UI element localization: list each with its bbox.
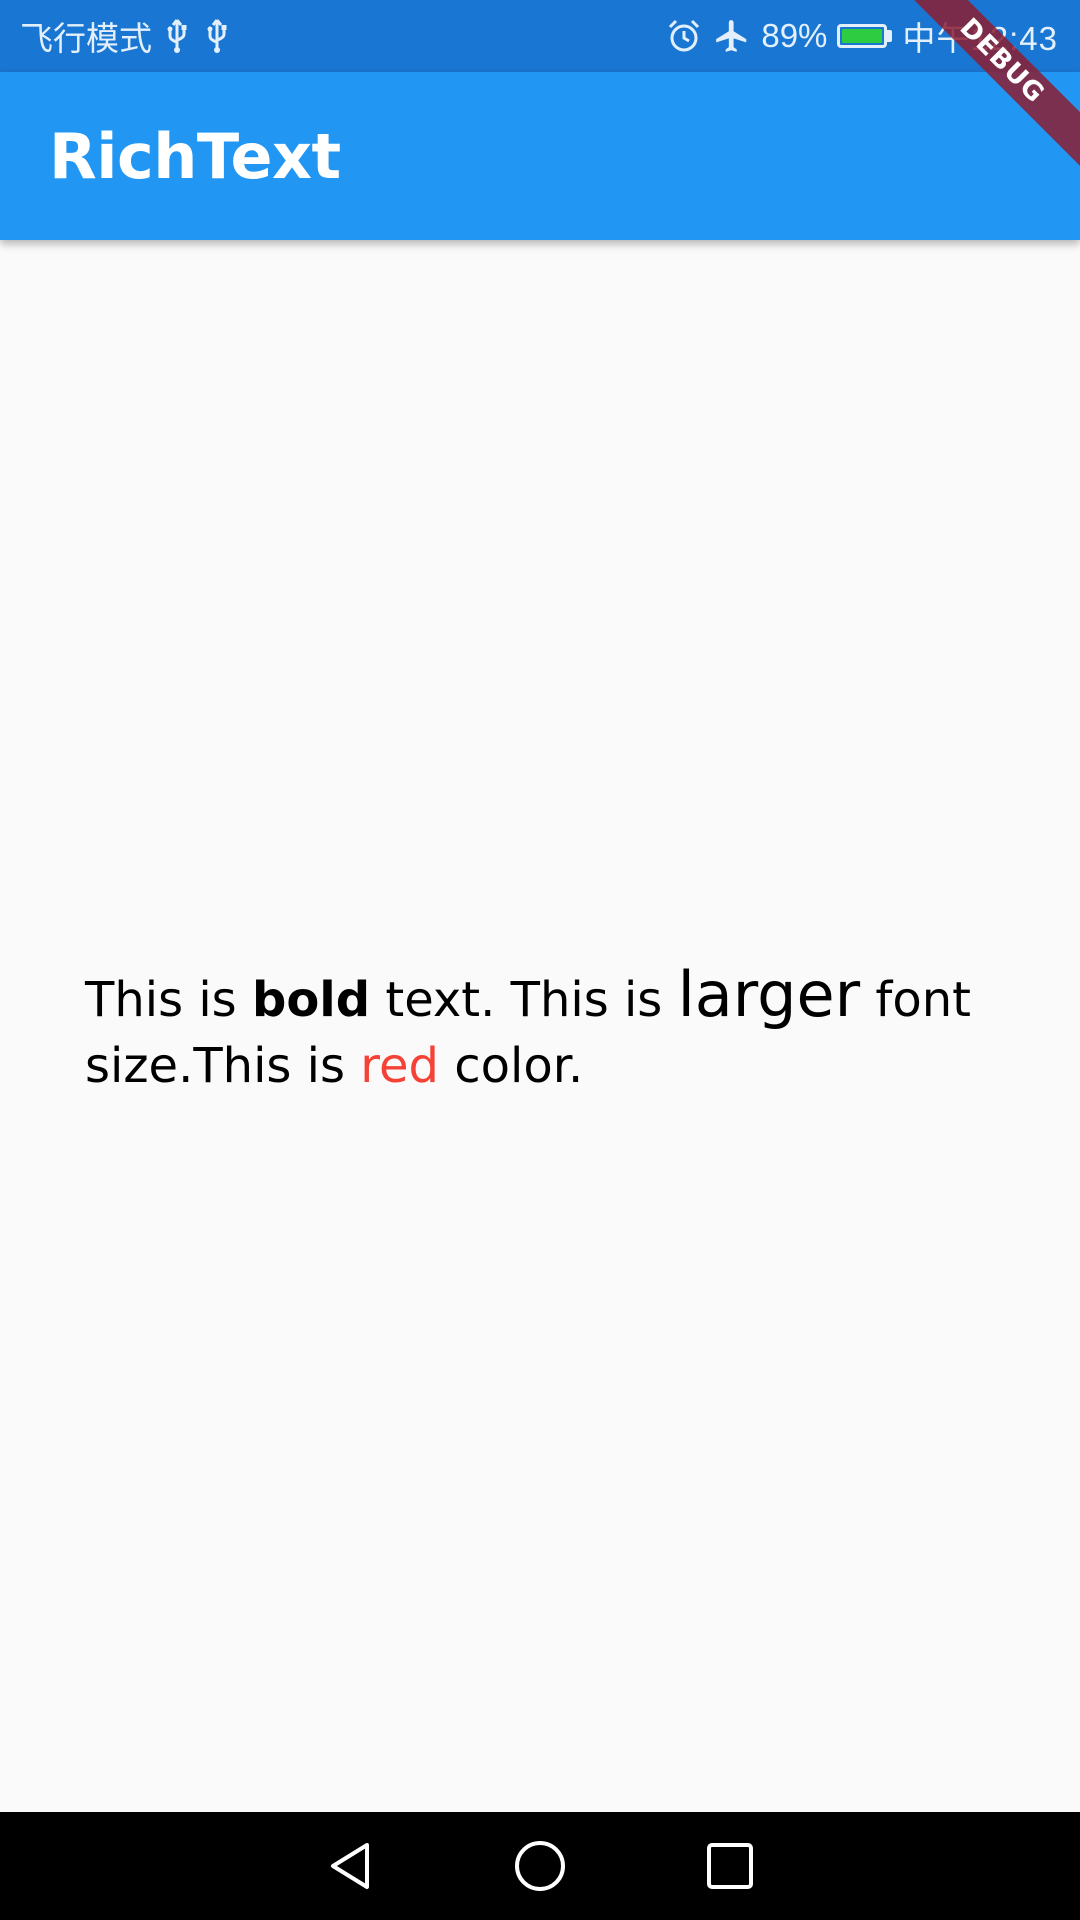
back-icon[interactable] bbox=[320, 1836, 380, 1896]
text-segment: This is bbox=[85, 972, 252, 1028]
red-text: red bbox=[360, 1038, 439, 1094]
usb-icon bbox=[202, 16, 232, 56]
clock: 中午12:43 bbox=[902, 20, 1058, 57]
text-segment: color. bbox=[438, 1038, 584, 1094]
app-bar: RichText bbox=[0, 72, 1080, 240]
bold-text: bold bbox=[251, 972, 371, 1028]
airplane-icon bbox=[713, 17, 751, 55]
recents-icon[interactable] bbox=[700, 1836, 760, 1896]
home-icon[interactable] bbox=[510, 1836, 570, 1896]
battery-percent: 89% bbox=[761, 17, 828, 54]
status-bar: 飞行模式 89% 中午12:43 bbox=[0, 0, 1080, 72]
larger-text: larger bbox=[677, 958, 861, 1031]
usb-icon bbox=[162, 16, 192, 56]
status-left: 飞行模式 bbox=[20, 12, 232, 60]
status-right: 89% 中午12:43 bbox=[665, 12, 1058, 60]
text-segment: text. This is bbox=[370, 972, 678, 1028]
navigation-bar bbox=[0, 1812, 1080, 1920]
battery-charging-icon bbox=[837, 24, 893, 48]
alarm-icon bbox=[665, 17, 703, 55]
rich-text-paragraph: This is bold text. This is larger font s… bbox=[85, 962, 985, 1099]
content-area: This is bold text. This is larger font s… bbox=[0, 240, 1080, 1812]
page-title: RichText bbox=[49, 119, 341, 193]
screen: 飞行模式 89% 中午12:43 RichText DEBUG This is … bbox=[0, 0, 1080, 1920]
airplane-mode-label: 飞行模式 bbox=[20, 20, 152, 57]
